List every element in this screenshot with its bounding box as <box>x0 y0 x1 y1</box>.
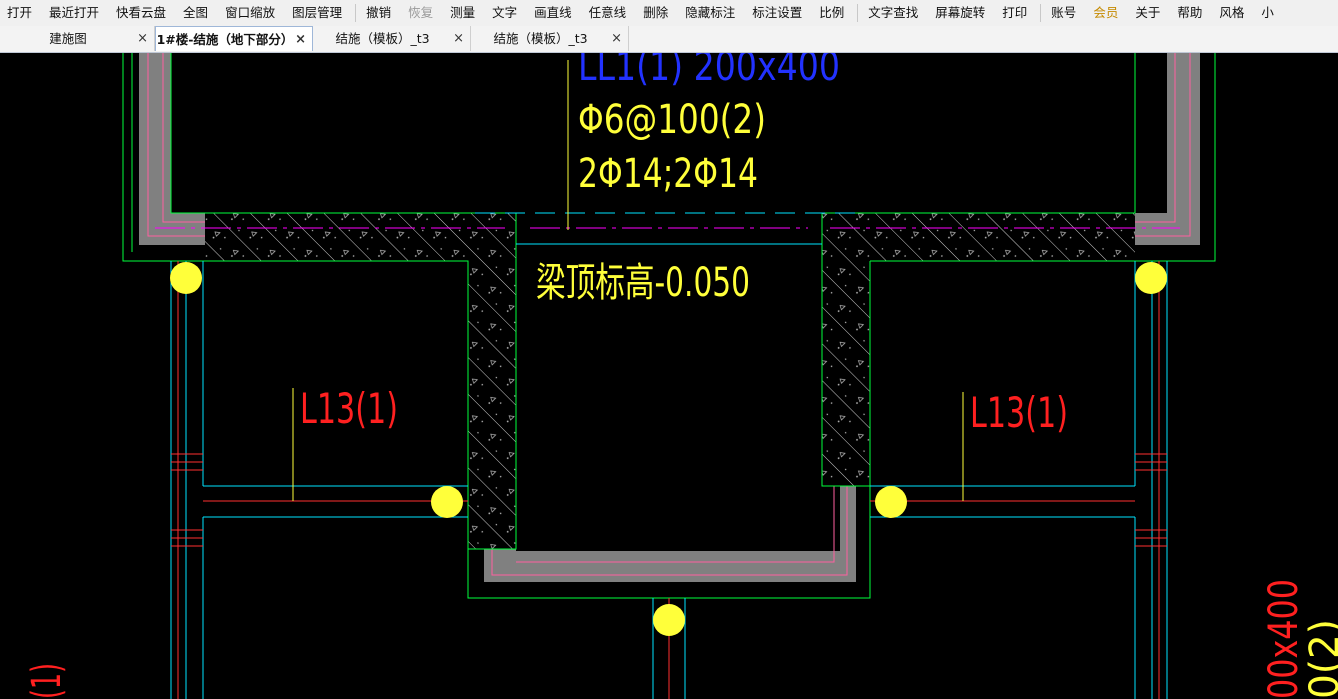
menu-fit-all[interactable]: 全图 <box>176 0 218 26</box>
menu-delete[interactable]: 删除 <box>636 0 678 26</box>
menu-freehand-line[interactable]: 任意线 <box>582 0 637 26</box>
close-icon[interactable]: × <box>611 26 622 51</box>
menu-separator <box>1040 4 1042 22</box>
column-marker-5 <box>653 604 685 636</box>
right-edge-label-1: 00x400 <box>1261 579 1307 699</box>
menu-scale[interactable]: 比例 <box>812 0 854 26</box>
menu-small[interactable]: 小 <box>1254 0 1284 26</box>
cad-drawing: LL1(1) 200x400 Φ6@100(2) 2Φ14;2Φ14 梁顶标高-… <box>24 53 1338 699</box>
tab-label: 结施（模板）_t3 <box>335 31 430 46</box>
tab-structure-basement[interactable]: 1#楼-结施（地下部分） × <box>155 26 313 51</box>
tab-label: 建施图 <box>49 31 87 46</box>
menu-window-zoom[interactable]: 窗口缩放 <box>218 0 285 26</box>
menu-vip[interactable]: 会员 <box>1086 0 1128 26</box>
menu-measure[interactable]: 测量 <box>443 0 485 26</box>
menu-annotation-settings[interactable]: 标注设置 <box>745 0 812 26</box>
menu-draw-line[interactable]: 画直线 <box>527 0 582 26</box>
menu-help[interactable]: 帮助 <box>1170 0 1212 26</box>
bottom-channel-fill <box>484 486 856 582</box>
menu-hide-annotation[interactable]: 隐藏标注 <box>678 0 745 26</box>
menu-layers[interactable]: 图层管理 <box>285 0 352 26</box>
hatched-beam-right <box>822 213 1135 486</box>
menu-account[interactable]: 账号 <box>1044 0 1086 26</box>
document-tabbar: 建施图 × 1#楼-结施（地下部分） × 结施（模板）_t3 × 结施（模板）_… <box>0 26 1338 53</box>
right-wall-fill <box>1135 53 1200 245</box>
menu-recent[interactable]: 最近打开 <box>42 0 109 26</box>
menu-about[interactable]: 关于 <box>1128 0 1170 26</box>
menu-separator <box>857 4 859 22</box>
menu-undo[interactable]: 撤销 <box>359 0 401 26</box>
right-edge-label-2: 0(2) <box>1302 619 1338 699</box>
tab-architecture[interactable]: 建施图 × <box>0 26 155 51</box>
left-edge-label: (1) <box>24 663 70 699</box>
menu-separator <box>355 4 357 22</box>
menu-rotate-screen[interactable]: 屏幕旋转 <box>928 0 995 26</box>
stirrup-label: Φ6@100(2) <box>578 97 766 143</box>
close-icon[interactable]: × <box>137 26 148 51</box>
column-marker-4 <box>875 486 907 518</box>
column-marker-3 <box>431 486 463 518</box>
close-icon[interactable]: × <box>453 26 464 51</box>
beam-left-label: L13(1) <box>300 384 398 433</box>
left-wall-fill <box>139 53 205 245</box>
drawing-canvas[interactable]: LL1(1) 200x400 Φ6@100(2) 2Φ14;2Φ14 梁顶标高-… <box>0 53 1338 699</box>
menu-text[interactable]: 文字 <box>485 0 527 26</box>
rebar-label: 2Φ14;2Φ14 <box>578 151 758 197</box>
elevation-label: 梁顶标高-0.050 <box>536 260 750 306</box>
tab-structure-template-2[interactable]: 结施（模板）_t3 × <box>471 26 629 51</box>
menu-style[interactable]: 风格 <box>1212 0 1254 26</box>
menu-cloud[interactable]: 快看云盘 <box>109 0 176 26</box>
menu-print[interactable]: 打印 <box>995 0 1037 26</box>
menubar: 打开 最近打开 快看云盘 全图 窗口缩放 图层管理 撤销 恢复 测量 文字 画直… <box>0 0 1338 27</box>
column-marker-2 <box>1135 262 1167 294</box>
hatched-beam-left <box>205 213 516 549</box>
column-marker-1 <box>170 262 202 294</box>
beam-label-top: LL1(1) 200x400 <box>578 53 840 90</box>
menu-text-search[interactable]: 文字查找 <box>861 0 928 26</box>
menu-open[interactable]: 打开 <box>0 0 42 26</box>
tab-label: 结施（模板）_t3 <box>493 31 588 46</box>
menu-redo[interactable]: 恢复 <box>401 0 443 26</box>
tab-label: 1#楼-结施（地下部分） <box>156 32 294 47</box>
tab-structure-template-1[interactable]: 结施（模板）_t3 × <box>313 26 471 51</box>
close-icon[interactable]: × <box>295 27 306 52</box>
beam-right-label: L13(1) <box>970 388 1068 437</box>
